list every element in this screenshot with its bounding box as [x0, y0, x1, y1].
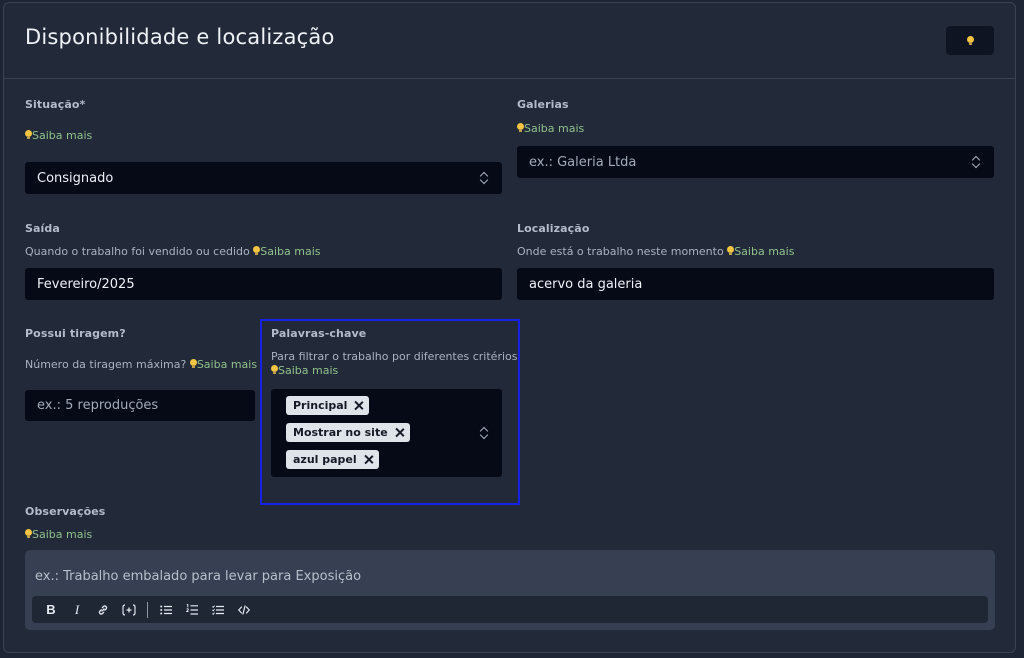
observacoes-label: Observações [25, 505, 106, 518]
saiba-mais-link[interactable]: Saiba mais [32, 129, 92, 142]
link-icon [98, 604, 108, 615]
lightbulb-icon [727, 246, 735, 256]
galerias-select[interactable]: ex.: Galeria Ltda [517, 146, 994, 178]
tiragem-help: Número da tiragem máxima? Saiba mais [25, 358, 258, 371]
keyword-tag: Mostrar no site [286, 423, 410, 442]
saida-label: Saída [25, 222, 60, 235]
situacao-help: Saiba mais [25, 129, 92, 142]
situacao-label: Situação* [25, 98, 86, 111]
link-button[interactable] [90, 599, 116, 621]
lightbulb-icon [25, 130, 32, 140]
task-list-icon [212, 604, 224, 615]
saida-value: Fevereiro/2025 [37, 276, 135, 292]
lightbulb-icon [253, 246, 261, 256]
bold-button[interactable]: B [38, 599, 64, 621]
saiba-mais-link[interactable]: Saiba mais [32, 528, 92, 541]
lightbulb-icon [966, 35, 974, 46]
galerias-placeholder: ex.: Galeria Ltda [529, 154, 637, 170]
saiba-mais-link[interactable]: Saiba mais [524, 122, 584, 135]
numbered-list-icon [186, 604, 198, 615]
variable-button[interactable] [116, 599, 142, 621]
panel-header: Disponibilidade e localização [4, 3, 1015, 79]
palavras-help-link: Saiba mais [271, 364, 338, 377]
situacao-value: Consignado [37, 170, 114, 186]
localizacao-label: Localização [517, 222, 590, 235]
saiba-mais-link[interactable]: Saiba mais [278, 364, 338, 377]
saida-input[interactable]: Fevereiro/2025 [25, 268, 502, 300]
palavras-label: Palavras-chave [271, 327, 367, 340]
localizacao-input[interactable]: acervo da galeria [517, 268, 994, 300]
lightbulb-icon [517, 123, 524, 133]
saiba-mais-link[interactable]: Saiba mais [197, 358, 257, 371]
bullet-list-button[interactable] [153, 599, 179, 621]
keywords-multiselect[interactable]: Principal Mostrar no site azul papel [271, 389, 502, 477]
localizacao-value: acervo da galeria [529, 276, 643, 292]
tiragem-input[interactable]: ex.: 5 reproduções [25, 390, 255, 421]
lightbulb-icon [189, 359, 197, 369]
galerias-label: Galerias [517, 98, 569, 111]
tiragem-placeholder: ex.: 5 reproduções [37, 398, 159, 413]
localizacao-help: Onde está o trabalho neste momento Saiba… [517, 245, 795, 258]
bullet-list-icon [160, 605, 172, 614]
tiragem-label: Possui tiragem? [25, 327, 126, 340]
keyword-tag: azul papel [286, 450, 379, 469]
toolbar-divider [147, 601, 148, 618]
page-title: Disponibilidade e localização [25, 25, 335, 49]
code-icon [238, 604, 250, 615]
palavras-help: Para filtrar o trabalho por diferentes c… [271, 350, 518, 363]
observacoes-placeholder: ex.: Trabalho embalado para levar para E… [35, 569, 362, 584]
italic-button[interactable]: I [64, 599, 90, 621]
observacoes-help: Saiba mais [25, 528, 92, 541]
hint-button[interactable] [946, 26, 994, 55]
saiba-mais-link[interactable]: Saiba mais [734, 245, 794, 258]
editor-toolbar: B I [32, 596, 988, 623]
remove-tag-icon[interactable] [364, 455, 373, 464]
chevron-updown-icon [480, 172, 488, 184]
keyword-tag: Principal [286, 396, 370, 415]
saida-help: Quando o trabalho foi vendido ou cedido … [25, 245, 321, 258]
remove-tag-icon[interactable] [395, 428, 404, 437]
remove-tag-icon[interactable] [354, 401, 363, 410]
chevron-updown-icon [972, 156, 980, 168]
situacao-select[interactable]: Consignado [25, 162, 502, 194]
lightbulb-icon [25, 529, 32, 539]
chevron-updown-icon [480, 427, 488, 439]
observacoes-editor[interactable]: ex.: Trabalho embalado para levar para E… [25, 550, 995, 630]
code-button[interactable] [231, 599, 257, 621]
task-list-button[interactable] [205, 599, 231, 621]
saiba-mais-link[interactable]: Saiba mais [260, 245, 320, 258]
galerias-help: Saiba mais [517, 122, 584, 135]
lightbulb-icon [271, 365, 278, 375]
variable-icon [122, 603, 136, 616]
numbered-list-button[interactable] [179, 599, 205, 621]
